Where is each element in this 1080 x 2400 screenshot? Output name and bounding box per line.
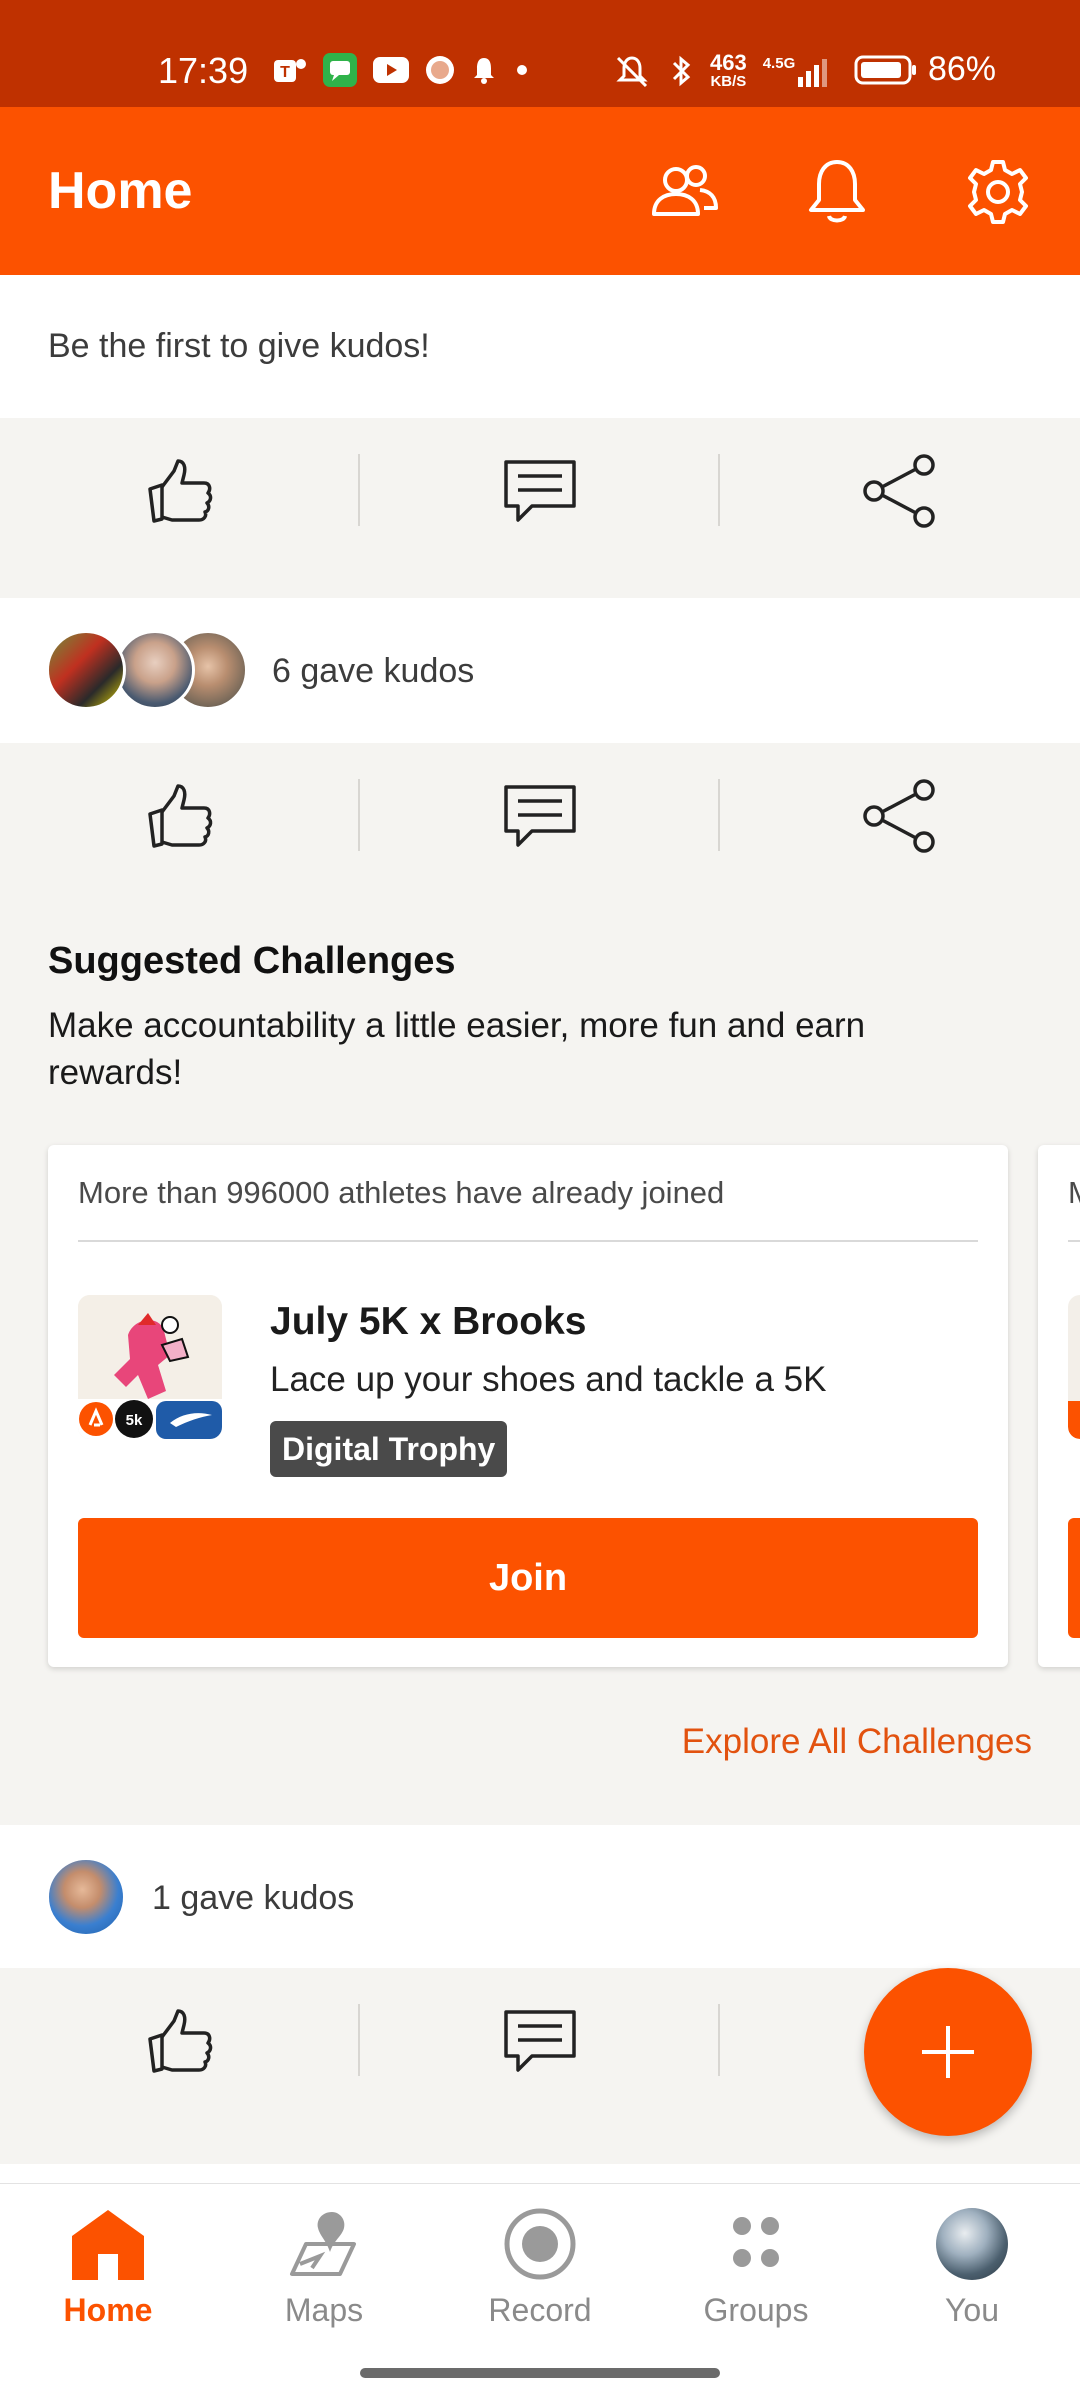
comment-icon xyxy=(504,459,576,522)
record-icon xyxy=(500,2204,580,2284)
nav-maps[interactable]: Maps xyxy=(216,2204,432,2354)
teams-icon: T xyxy=(274,59,306,82)
comment-icon xyxy=(504,2009,576,2072)
kudos-button[interactable] xyxy=(0,743,360,888)
nav-label: Record xyxy=(488,2292,592,2328)
divider xyxy=(1068,1240,1080,1242)
page-title: Home xyxy=(48,162,193,220)
comment-icon xyxy=(504,784,576,847)
nav-record[interactable]: Record xyxy=(432,2204,648,2354)
messages-icon xyxy=(323,53,357,87)
bluetooth-icon xyxy=(672,55,691,86)
nav-label: Home xyxy=(63,2292,153,2328)
post-kudos-row: 1 gave kudos xyxy=(0,1825,1080,1968)
nav-label: Maps xyxy=(284,2292,364,2328)
bell-small-icon xyxy=(474,58,494,84)
dot-icon xyxy=(517,65,527,75)
nav-groups[interactable]: Groups xyxy=(648,2204,864,2354)
home-indicator[interactable] xyxy=(360,2368,720,2378)
groups-icon xyxy=(716,2204,796,2284)
thumbs-up-icon xyxy=(148,458,213,523)
challenge-art-icon: 5k xyxy=(78,1295,222,1439)
net-speed: 463 KB/S xyxy=(710,50,747,90)
divider xyxy=(78,1240,978,1242)
settings-button[interactable] xyxy=(958,152,1038,232)
comment-button[interactable] xyxy=(360,1968,720,2113)
challenge-card-next[interactable]: M xyxy=(1038,1145,1080,1667)
comment-button[interactable] xyxy=(360,743,720,888)
challenge-card[interactable]: More than 996000 athletes have already j… xyxy=(48,1145,1008,1667)
share-button[interactable] xyxy=(720,743,1080,888)
join-button[interactable]: Join xyxy=(78,1518,978,1638)
nav-label: Groups xyxy=(703,2292,809,2328)
challenge-description: Lace up your shoes and tackle a 5K xyxy=(270,1360,827,1399)
challenges-subtitle: Make accountability a little easier, mor… xyxy=(48,1006,866,1092)
app-header: Home xyxy=(0,107,1080,275)
avatar[interactable] xyxy=(115,630,195,710)
post-actions xyxy=(0,418,1080,563)
divider xyxy=(718,2004,720,2076)
battery: 86% xyxy=(854,50,996,89)
reward-badge: Digital Trophy xyxy=(270,1421,508,1477)
mute-icon xyxy=(616,55,648,87)
post-kudos-row: Be the first to give kudos! xyxy=(0,275,1080,418)
share-icon xyxy=(863,778,935,853)
youtube-icon xyxy=(373,57,409,83)
avatar[interactable] xyxy=(46,1857,126,1937)
notifications-button[interactable] xyxy=(797,152,877,232)
post-kudos-row: 6 gave kudos xyxy=(0,598,1080,743)
add-activity-button[interactable] xyxy=(864,1968,1032,2136)
bell-icon xyxy=(809,160,865,223)
feed-separator xyxy=(0,2150,1080,2183)
kudos-text: Be the first to give kudos! xyxy=(48,327,430,365)
people-icon xyxy=(652,165,718,216)
peek-text: M xyxy=(1068,1175,1080,1211)
share-button[interactable] xyxy=(720,418,1080,563)
joined-count: More than 996000 athletes have already j… xyxy=(78,1175,725,1210)
home-icon xyxy=(68,2204,148,2284)
signal-icon: 4.5G xyxy=(763,55,828,87)
battery-percent: 86% xyxy=(927,50,996,88)
nav-label: You xyxy=(945,2292,999,2328)
challenge-name: July 5K x Brooks xyxy=(270,1300,587,1343)
record-dot-icon xyxy=(426,56,454,84)
plus-icon xyxy=(922,2026,974,2078)
challenges-title: Suggested Challenges xyxy=(48,940,456,982)
status-bar: 17:39 T 463 KB/S 4.5G 86% xyxy=(0,0,1080,107)
kudos-text: 6 gave kudos xyxy=(272,652,475,690)
kudos-button[interactable] xyxy=(0,1968,360,2113)
thumbs-up-icon xyxy=(148,2008,213,2073)
share-icon xyxy=(863,453,935,528)
profile-avatar xyxy=(932,2204,1012,2284)
nav-you[interactable]: You xyxy=(864,2204,1080,2354)
gear-icon xyxy=(968,160,1028,224)
status-time: 17:39 xyxy=(158,50,249,91)
map-pin-icon xyxy=(284,2204,364,2284)
system-icons: 463 KB/S 4.5G xyxy=(612,50,828,90)
svg-text:T: T xyxy=(280,64,290,81)
explore-challenges-link[interactable]: Explore All Challenges xyxy=(682,1722,1032,1762)
nav-home[interactable]: Home xyxy=(0,2204,216,2354)
find-friends-button[interactable] xyxy=(644,152,724,232)
peek-join xyxy=(1068,1518,1080,1638)
thumbs-up-icon xyxy=(148,783,213,848)
svg-text:5k: 5k xyxy=(126,1412,143,1429)
peek-thumb xyxy=(1068,1295,1080,1439)
comment-button[interactable] xyxy=(360,418,720,563)
avatar[interactable] xyxy=(46,630,126,710)
battery-icon xyxy=(854,55,916,84)
kudos-button[interactable] xyxy=(0,418,360,563)
notification-icons: T xyxy=(272,52,532,88)
challenge-thumbnail: 5k xyxy=(78,1295,222,1439)
post-actions xyxy=(0,743,1080,888)
kudos-text: 1 gave kudos xyxy=(152,1879,355,1917)
